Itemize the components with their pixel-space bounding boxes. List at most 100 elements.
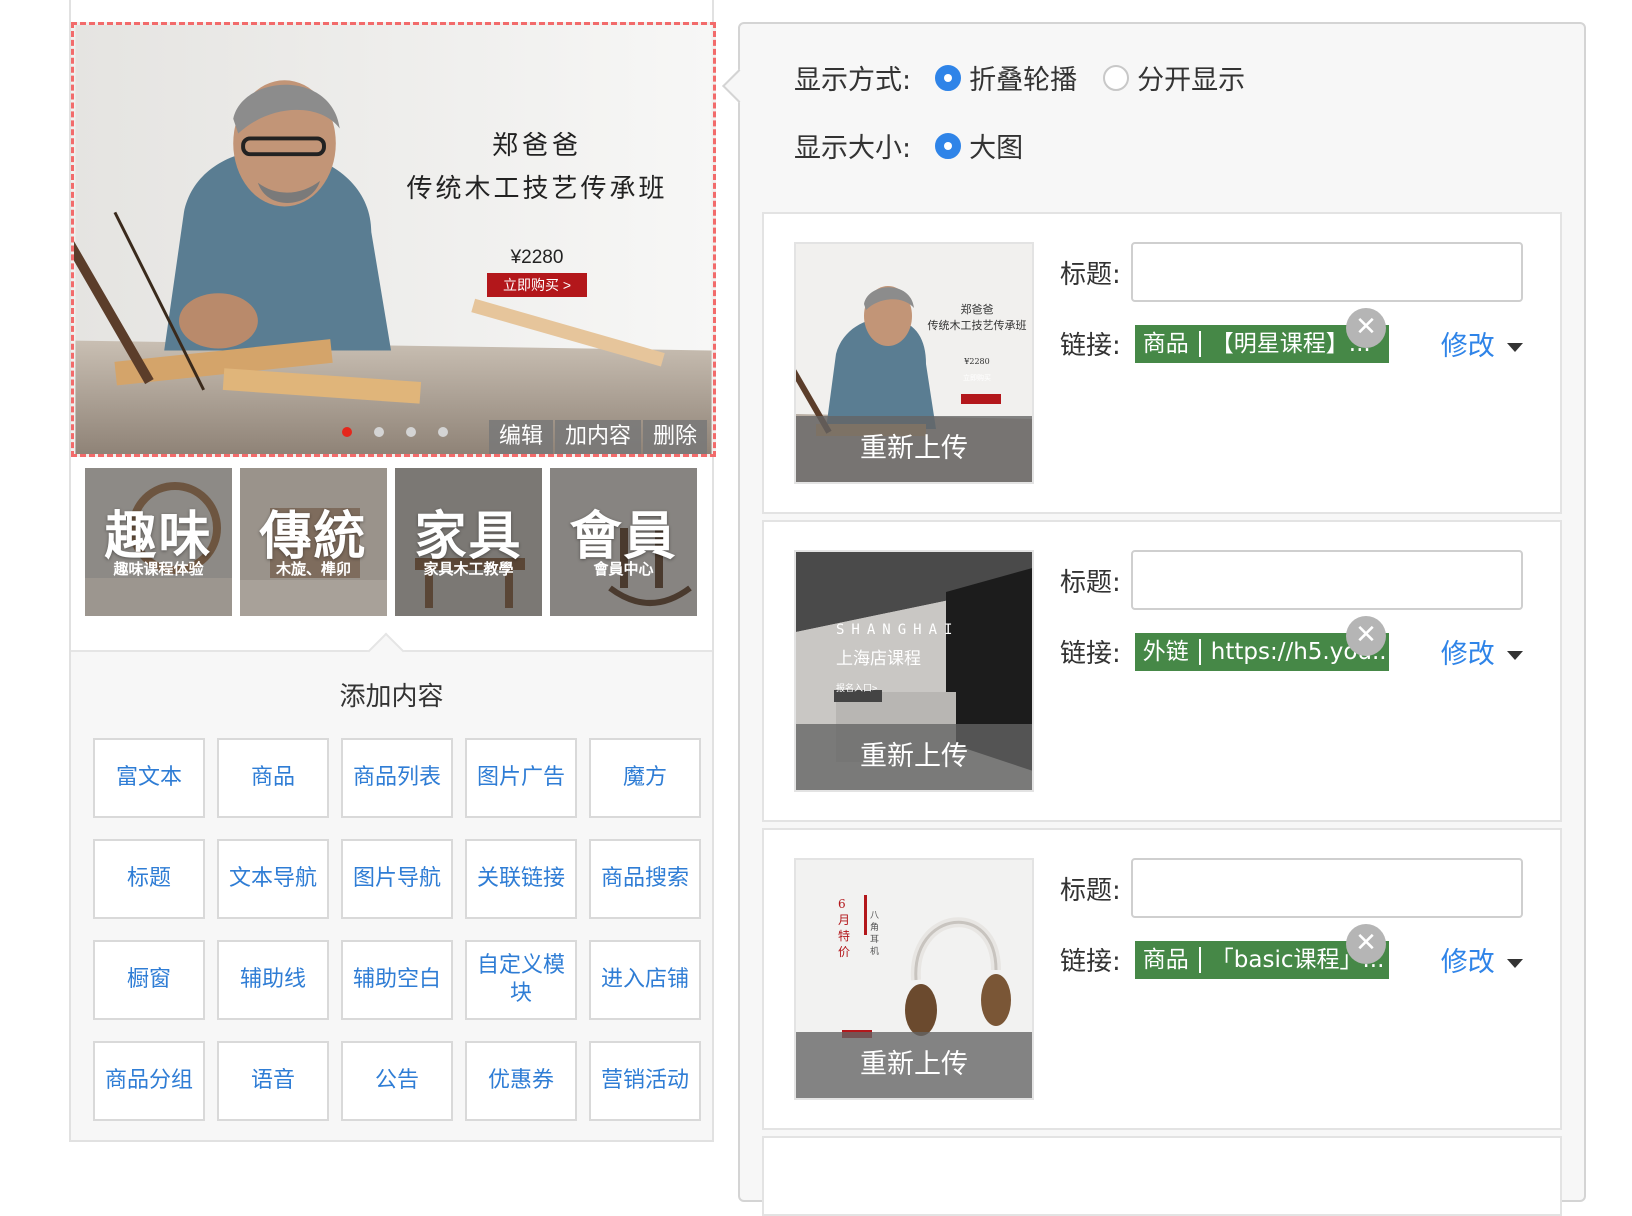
title-row: 标题: — [1060, 242, 1523, 302]
banner-actions: 编辑 加内容 删除 — [487, 420, 707, 454]
thumbnail-buy: 报名入口> — [836, 684, 878, 694]
link-label: 链接: — [1060, 639, 1121, 669]
image-thumbnail[interactable]: SHANGHAI 上海店课程 报名入口> 重新上传 — [794, 550, 1034, 792]
display-size-label: 显示大小: — [794, 133, 912, 164]
panel-caret — [367, 632, 405, 670]
add-content-panel: 添加内容 富文本 商品 商品列表 图片广告 魔方 标题 文本导航 图片导航 关联… — [71, 632, 712, 1140]
caret-down-icon — [1506, 959, 1523, 968]
add-product-group-button[interactable]: 商品分组 — [93, 1041, 205, 1121]
title-label: 标题: — [1060, 875, 1121, 906]
add-related-link-button[interactable]: 关联链接 — [465, 839, 577, 919]
add-product-button[interactable]: 商品 — [217, 738, 329, 818]
thumbnail-text: 上海店课程 — [836, 649, 921, 669]
panel-caret — [722, 69, 756, 103]
thumbnail-buy: 立即购买 — [963, 374, 991, 382]
banner-caption: 郑爸爸 传统木工技艺传承班 ¥2280 立即购买 > — [387, 125, 687, 297]
close-icon[interactable]: ✕ — [1346, 308, 1386, 348]
add-voice-button[interactable]: 语音 — [217, 1041, 329, 1121]
modify-label: 修改 — [1440, 947, 1495, 978]
image-thumbnail[interactable]: 郑爸爸 传统木工技艺传承班 ¥2280 立即购买 重新上传 — [794, 242, 1034, 484]
link-row: 链接: 外链 https://h5.you... 修改 — [1060, 632, 1523, 671]
add-spacer-button[interactable]: 辅助空白 — [341, 940, 453, 1020]
thumbnail-text: 八角耳机 — [870, 911, 880, 957]
display-mode-label: 显示方式: — [794, 65, 912, 96]
category-tile-furniture[interactable]: 家具 家具木工教學 — [395, 468, 542, 616]
category-subtitle: 會員中心 — [593, 560, 654, 578]
link-label: 链接: — [1060, 331, 1121, 361]
title-row: 标题: — [1060, 858, 1523, 918]
settings-panel: 显示方式: 折叠轮播 分开显示 显示大小: 大图 郑爸爸 传统木工技艺传承班 ¥… — [722, 22, 1586, 1216]
banner-price: ¥2280 — [510, 247, 564, 268]
modify-link-button[interactable]: 修改 — [1441, 324, 1523, 363]
category-subtitle: 趣味课程体验 — [113, 560, 204, 578]
thumbnail-text: SHANGHAI — [836, 622, 960, 638]
display-size-row: 显示大小: 大图 — [794, 126, 1049, 165]
add-cube-button[interactable]: 魔方 — [589, 738, 701, 818]
caret-down-icon — [1506, 343, 1523, 352]
add-notice-button[interactable]: 公告 — [341, 1041, 453, 1121]
radio-label[interactable]: 分开显示 — [1137, 58, 1245, 97]
add-showcase-button[interactable]: 橱窗 — [93, 940, 205, 1020]
reupload-button[interactable]: 重新上传 — [796, 1032, 1032, 1098]
delete-button[interactable]: 删除 — [642, 420, 707, 454]
image-thumbnail[interactable]: 6月特价 八角耳机 重新上传 — [794, 858, 1034, 1100]
link-row: 链接: 商品 【明星课程】... 修改 — [1060, 324, 1523, 363]
add-custom-module-button[interactable]: 自定义模块 — [465, 940, 577, 1020]
carousel-dot[interactable] — [406, 427, 416, 437]
tag-divider — [1198, 639, 1201, 665]
add-marketing-button[interactable]: 营销活动 — [589, 1041, 701, 1121]
tag-divider — [1198, 331, 1201, 357]
category-tile-member[interactable]: 會員 會員中心 — [550, 468, 697, 616]
banner-carousel[interactable]: 郑爸爸 传统木工技艺传承班 ¥2280 立即购买 > 编辑 加内容 删除 — [71, 22, 716, 457]
add-enter-store-button[interactable]: 进入店铺 — [589, 940, 701, 1020]
close-icon[interactable]: ✕ — [1346, 616, 1386, 656]
radio-label[interactable]: 大图 — [969, 126, 1023, 165]
add-coupon-button[interactable]: 优惠券 — [465, 1041, 577, 1121]
preview-panel: 郑爸爸 传统木工技艺传承班 ¥2280 立即购买 > 编辑 加内容 删除 趣味 … — [69, 0, 716, 1142]
title-input[interactable] — [1130, 858, 1523, 918]
category-row: 趣味 趣味课程体验 傳統 木旋、榫卯 家具 家具木工教學 會員 會員中心 — [85, 468, 705, 616]
category-subtitle: 木旋、榫卯 — [275, 560, 351, 578]
image-item-card: 6月特价 八角耳机 重新上传 标题: 链接: 商品 「basic课程」... 修改… — [762, 828, 1562, 1130]
add-image-nav-button[interactable]: 图片导航 — [341, 839, 453, 919]
add-heading-button[interactable]: 标题 — [93, 839, 205, 919]
add-content-button[interactable]: 加内容 — [554, 420, 641, 454]
close-icon[interactable]: ✕ — [1346, 924, 1386, 964]
reupload-button[interactable]: 重新上传 — [796, 416, 1032, 482]
reupload-button[interactable]: 重新上传 — [796, 724, 1032, 790]
carousel-dot[interactable] — [438, 427, 448, 437]
title-row: 标题: — [1060, 550, 1523, 610]
thumbnail-text: 传统木工技艺传承班 — [927, 319, 1027, 332]
panel-border — [69, 1140, 714, 1142]
category-subtitle: 家具木工教學 — [423, 560, 514, 578]
modify-link-button[interactable]: 修改 — [1441, 632, 1523, 671]
banner-title-line2: 传统木工技艺传承班 — [406, 174, 668, 204]
title-label: 标题: — [1060, 567, 1121, 598]
modify-link-button[interactable]: 修改 — [1441, 940, 1523, 979]
category-tile-traditional[interactable]: 傳統 木旋、榫卯 — [240, 468, 387, 616]
add-product-search-button[interactable]: 商品搜索 — [589, 839, 701, 919]
add-product-list-button[interactable]: 商品列表 — [341, 738, 453, 818]
carousel-dot[interactable] — [374, 427, 384, 437]
edit-button[interactable]: 编辑 — [488, 420, 553, 454]
radio-fold-carousel[interactable] — [935, 64, 962, 91]
caret-down-icon — [1506, 651, 1523, 660]
link-type: 外链 — [1142, 638, 1189, 665]
display-mode-row: 显示方式: 折叠轮播 分开显示 — [794, 58, 1271, 97]
category-tile-fun[interactable]: 趣味 趣味课程体验 — [85, 468, 232, 616]
add-content-grid: 富文本 商品 商品列表 图片广告 魔方 标题 文本导航 图片导航 关联链接 商品… — [93, 738, 701, 1121]
add-text-nav-button[interactable]: 文本导航 — [217, 839, 329, 919]
carousel-dot[interactable] — [342, 427, 352, 437]
radio-large-image[interactable] — [935, 132, 962, 159]
thumbnail-price: ¥2280 — [964, 357, 990, 366]
add-divider-button[interactable]: 辅助线 — [217, 940, 329, 1020]
title-input[interactable] — [1130, 242, 1523, 302]
link-type: 商品 — [1142, 330, 1189, 357]
add-rich-text-button[interactable]: 富文本 — [93, 738, 205, 818]
banner-buy-button[interactable]: 立即购买 > — [486, 273, 588, 297]
add-image-ad-button[interactable]: 图片广告 — [465, 738, 577, 818]
radio-label[interactable]: 折叠轮播 — [969, 58, 1077, 97]
thumbnail-text: 6月特价 — [838, 897, 851, 959]
radio-separate-display[interactable] — [1103, 64, 1130, 91]
title-input[interactable] — [1130, 550, 1523, 610]
